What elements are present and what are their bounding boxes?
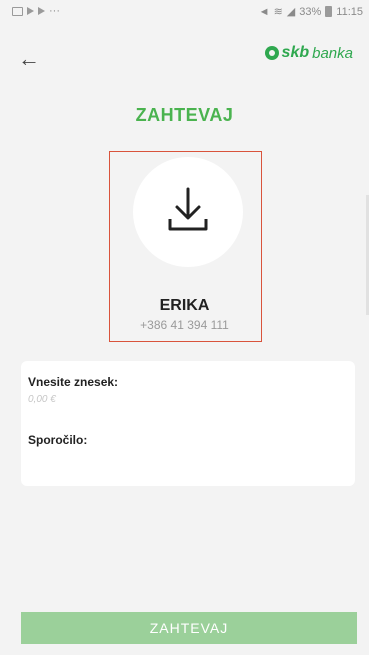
page-title: ZAHTEVAJ — [135, 105, 234, 125]
status-bar: ··· ◄ ≋ ◢ 33% 11:15 — [0, 0, 369, 22]
more-notifications-icon: ··· — [49, 5, 60, 17]
message-input[interactable] — [28, 453, 346, 477]
battery-percent: 33% — [299, 5, 322, 18]
play-icon — [38, 7, 45, 15]
contact-name: ERIKA — [159, 297, 210, 314]
logo-banka-text: banka — [312, 44, 353, 62]
battery-icon — [325, 6, 333, 17]
play-icon — [27, 7, 34, 15]
back-arrow-icon[interactable]: ← — [18, 48, 40, 70]
amount-input[interactable]: 0,00 € — [28, 394, 56, 405]
logo-skb-text: skb — [281, 44, 310, 61]
clock: 11:15 — [336, 5, 363, 18]
bank-logo: skb banka — [264, 44, 353, 62]
message-label: Sporočilo: — [28, 433, 88, 447]
contact-phone: +386 41 394 111 — [140, 318, 229, 332]
logo-mark-icon — [264, 46, 279, 60]
signal-icon: ◢ — [286, 6, 296, 18]
submit-request-button[interactable]: ZAHTEVAJ — [21, 612, 357, 644]
amount-label: Vnesite znesek: — [28, 375, 119, 389]
request-icon-circle — [133, 157, 243, 267]
gallery-icon — [12, 6, 23, 16]
wifi-icon: ≋ — [273, 6, 283, 18]
request-form-card: Vnesite znesek: 0,00 € Sporočilo: — [21, 361, 355, 486]
download-icon — [168, 187, 208, 231]
mute-icon: ◄ — [258, 5, 270, 18]
